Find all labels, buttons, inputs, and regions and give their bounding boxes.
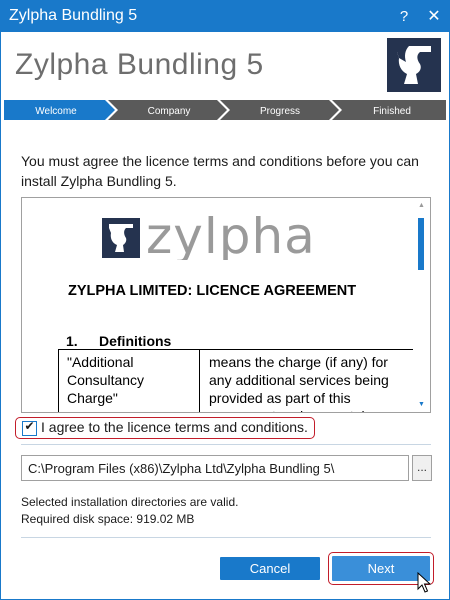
section-number: 1.	[66, 333, 78, 349]
close-button[interactable]: ✕	[419, 1, 449, 32]
directories-valid-text: Selected installation directories are va…	[21, 495, 239, 509]
install-path-input[interactable]	[21, 455, 409, 481]
section-title: Definitions	[99, 333, 172, 349]
scroll-up-arrow-icon[interactable]: ▲	[413, 202, 430, 209]
definition-term: "Additional Consultancy Charge"	[67, 354, 145, 406]
licence-text-box[interactable]: zylpha ZYLPHA LIMITED: LICENCE AGREEMENT…	[21, 197, 431, 413]
installer-window: Zylpha Bundling 5 ? ✕ Zylpha Bundling 5 …	[0, 0, 450, 600]
licence-zylpha-logo: zylpha	[102, 207, 342, 265]
definition-meaning: means the charge (if any) for any additi…	[209, 354, 389, 412]
zylpha-logo-icon	[387, 38, 441, 92]
intro-text: You must agree the licence terms and con…	[21, 153, 419, 189]
definitions-table: "Additional Consultancy Charge" means th…	[58, 349, 415, 412]
step-company: Company	[148, 106, 191, 117]
browse-button[interactable]: ...	[412, 455, 432, 481]
step-progress-bar: Welcome Company Progress Finished	[4, 100, 446, 120]
cancel-button[interactable]: Cancel	[220, 557, 320, 580]
checkmark-icon: ✔	[24, 419, 35, 433]
scroll-thumb[interactable]	[418, 218, 424, 270]
window-title: Zylpha Bundling 5	[9, 7, 138, 24]
mouse-cursor-icon	[417, 572, 431, 593]
separator-top	[21, 444, 431, 445]
licence-heading: ZYLPHA LIMITED: LICENCE AGREEMENT	[68, 283, 357, 299]
title-bar: Zylpha Bundling 5 ? ✕	[1, 1, 449, 32]
step-finished: Finished	[373, 106, 411, 117]
table-divider	[199, 350, 200, 412]
step-welcome: Welcome	[35, 106, 77, 117]
licence-scrollbar[interactable]: ▲ ▼	[413, 198, 430, 412]
step-progress: Progress	[260, 106, 300, 117]
agree-label[interactable]: I agree to the licence terms and conditi…	[41, 419, 308, 435]
disk-space-text: Required disk space: 919.02 MB	[21, 512, 195, 526]
licence-logo-text: zylpha	[146, 216, 316, 260]
next-button[interactable]: Next	[332, 556, 430, 581]
agree-checkbox-row[interactable]: ✔ I agree to the licence terms and condi…	[15, 417, 315, 439]
separator-bottom	[21, 537, 431, 538]
app-title: Zylpha Bundling 5	[15, 48, 264, 81]
scroll-down-arrow-icon[interactable]: ▼	[413, 401, 430, 408]
help-button[interactable]: ?	[389, 1, 419, 32]
agree-checkbox[interactable]: ✔	[22, 419, 37, 436]
